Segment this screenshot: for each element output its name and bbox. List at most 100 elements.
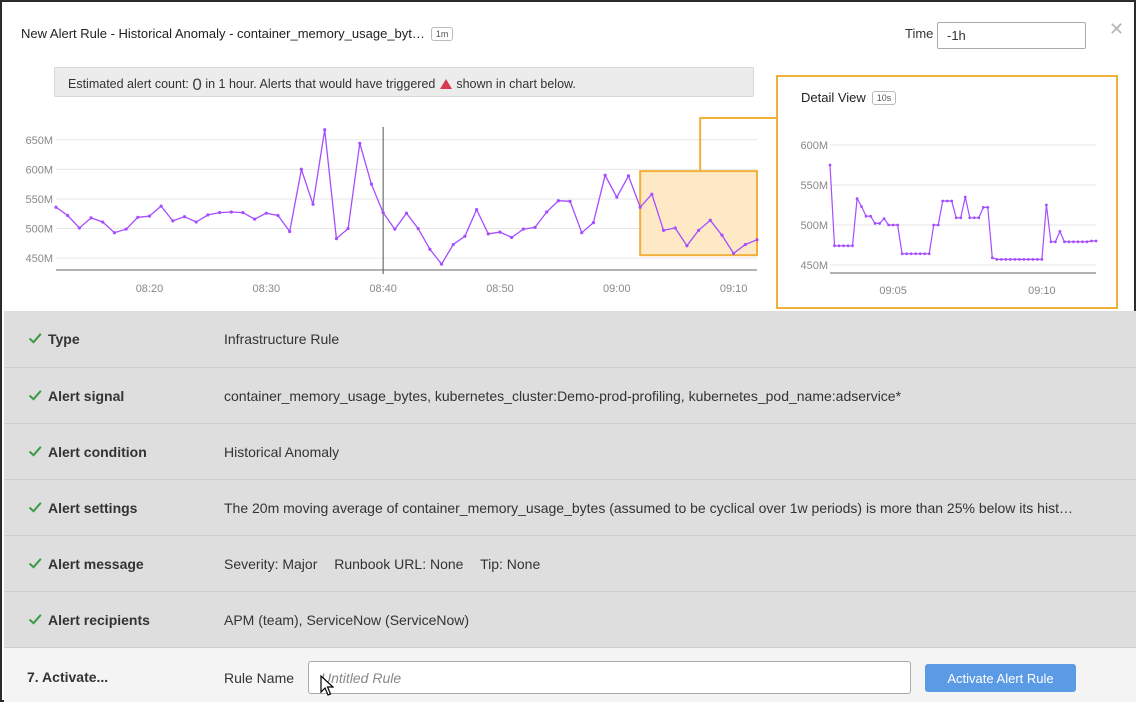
check-icon bbox=[28, 446, 42, 457]
data-point bbox=[112, 231, 117, 235]
step-type[interactable]: Type Infrastructure Rule bbox=[4, 311, 1136, 367]
data-point bbox=[1022, 258, 1026, 261]
data-point bbox=[1049, 240, 1053, 244]
rule-steps: Type Infrastructure Rule Alert signal co… bbox=[4, 311, 1136, 702]
data-point bbox=[923, 252, 927, 256]
check-icon bbox=[28, 390, 42, 401]
step-alert-condition[interactable]: Alert condition Historical Anomaly bbox=[4, 423, 1136, 479]
data-point bbox=[990, 256, 994, 260]
data-point bbox=[1017, 258, 1021, 261]
step-alert-recipients[interactable]: Alert recipients APM (team), ServiceNow … bbox=[4, 591, 1136, 647]
data-point bbox=[959, 216, 963, 220]
estimate-count: 0 bbox=[192, 75, 202, 94]
step-value: APM (team), ServiceNow (ServiceNow) bbox=[224, 612, 470, 628]
detail-view-panel: Detail View 10s 600M 550M 500M 450M 09:05 09:1… bbox=[776, 75, 1118, 309]
data-point bbox=[828, 163, 832, 167]
data-point bbox=[833, 244, 836, 248]
y-tick-label: 550M bbox=[800, 180, 828, 192]
data-point bbox=[896, 223, 900, 227]
step-value: The 20m moving average of container_memo… bbox=[224, 500, 1073, 516]
data-point bbox=[743, 242, 747, 247]
mouse-cursor-icon bbox=[320, 675, 334, 696]
data-point bbox=[977, 216, 981, 220]
data-point bbox=[732, 251, 736, 256]
step-alert-settings[interactable]: Alert settings The 20m moving average of… bbox=[4, 479, 1136, 535]
y-tick-label: 450M bbox=[800, 260, 828, 272]
step-alert-message[interactable]: Alert message Severity: Major Runbook UR… bbox=[4, 535, 1136, 591]
data-point bbox=[909, 252, 913, 256]
data-point bbox=[591, 221, 596, 225]
data-point bbox=[918, 252, 922, 256]
x-tick-label: 09:00 bbox=[603, 283, 631, 295]
dialog-title: New Alert Rule - Historical Anomaly - co… bbox=[21, 26, 454, 41]
data-point bbox=[404, 211, 409, 215]
step-label: Alert settings bbox=[48, 500, 138, 516]
close-icon[interactable]: ✕ bbox=[1109, 19, 1124, 39]
check-icon bbox=[28, 614, 42, 625]
data-point bbox=[346, 226, 350, 231]
data-point bbox=[1076, 240, 1080, 244]
step-alert-signal[interactable]: Alert signal container_memory_usage_byte… bbox=[4, 367, 1136, 423]
time-range-input[interactable] bbox=[937, 22, 1086, 49]
data-point bbox=[54, 205, 58, 209]
data-point bbox=[510, 235, 514, 240]
activate-alert-rule-button[interactable]: Activate Alert Rule bbox=[925, 664, 1076, 692]
estimate-prefix: Estimated alert count: bbox=[68, 77, 189, 91]
data-point bbox=[981, 206, 985, 209]
step-label: Alert message bbox=[48, 556, 144, 572]
data-point bbox=[334, 237, 338, 241]
data-point bbox=[927, 252, 931, 256]
data-point bbox=[545, 210, 549, 214]
data-point bbox=[1072, 240, 1075, 244]
data-point bbox=[986, 206, 990, 209]
resolution-badge: 1m bbox=[430, 27, 454, 41]
step-value: Infrastructure Rule bbox=[224, 331, 340, 347]
data-point bbox=[475, 208, 479, 212]
data-point bbox=[650, 192, 654, 196]
data-point bbox=[217, 210, 222, 215]
step-label: Alert signal bbox=[48, 388, 125, 404]
estimate-suffix: shown in chart below. bbox=[456, 77, 576, 91]
data-point bbox=[89, 216, 93, 220]
data-point bbox=[864, 214, 868, 218]
data-point bbox=[999, 258, 1003, 261]
data-point bbox=[968, 216, 972, 220]
step-activate: 7. Activate... Rule Name Activate Alert … bbox=[4, 647, 1136, 702]
step-label: Type bbox=[48, 331, 80, 347]
data-point bbox=[900, 252, 904, 256]
activate-step-label: 7. Activate... bbox=[27, 669, 109, 685]
data-point bbox=[878, 222, 881, 225]
data-point bbox=[941, 199, 945, 203]
severity-value: Severity: Major bbox=[224, 556, 318, 572]
detail-view-title-text: Detail View bbox=[801, 90, 866, 105]
rule-name-input[interactable] bbox=[308, 661, 911, 694]
main-chart[interactable]: 650M 600M 550M 500M 450M 08:20 08:30 08:40 08:50… bbox=[2, 112, 777, 312]
alert-triangle-icon bbox=[439, 79, 452, 89]
data-point bbox=[842, 244, 845, 248]
detail-connector-line bbox=[699, 117, 777, 172]
data-point bbox=[720, 233, 724, 237]
data-point bbox=[463, 234, 467, 238]
data-point bbox=[182, 215, 187, 219]
y-tick-label: 600M bbox=[800, 140, 828, 152]
x-tick-label: 08:20 bbox=[136, 283, 164, 295]
data-point bbox=[521, 227, 525, 231]
data-point bbox=[755, 238, 759, 242]
data-point bbox=[963, 195, 967, 199]
detail-chart[interactable]: 600M 550M 500M 450M 09:05 09:10 bbox=[778, 125, 1116, 307]
y-tick-label: 500M bbox=[25, 224, 53, 236]
data-point bbox=[1031, 258, 1035, 261]
step-label: Alert recipients bbox=[48, 612, 150, 628]
data-point bbox=[533, 225, 537, 229]
data-point bbox=[869, 214, 872, 218]
data-point bbox=[995, 258, 999, 261]
y-tick-label: 550M bbox=[25, 194, 53, 206]
data-point bbox=[439, 262, 444, 266]
y-tick-label: 650M bbox=[25, 135, 53, 147]
data-point bbox=[1081, 240, 1084, 244]
data-point bbox=[846, 244, 850, 248]
data-point bbox=[696, 228, 701, 232]
data-point bbox=[1067, 240, 1071, 244]
alert-estimate-banner: Estimated alert count: 0 in 1 hour. Aler… bbox=[54, 67, 754, 97]
estimate-middle: in 1 hour. Alerts that would have trigge… bbox=[205, 77, 436, 91]
